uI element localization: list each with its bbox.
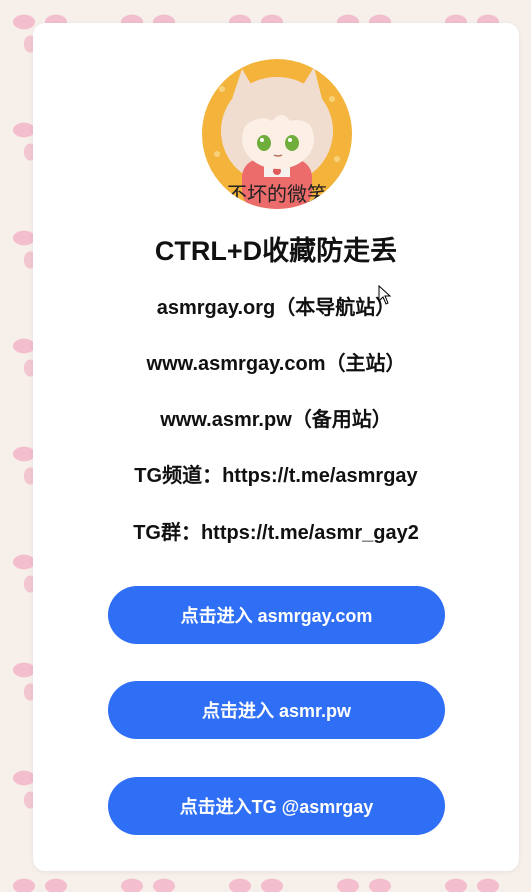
tg-channel-line: TG频道：https://t.me/asmrgay (134, 465, 418, 487)
avatar-image: 不坏的微笑 (202, 59, 352, 209)
backup-site-line: www.asmr.pw（备用站） (160, 409, 392, 431)
avatar-caption: 不坏的微笑 (227, 182, 327, 206)
tg-group-line: TG群：https://t.me/asmr_gay2 (133, 522, 419, 544)
main-card: 不坏的微笑 CTRL+D收藏防走丢 asmrgay.org（本导航站） www.… (33, 23, 519, 871)
nav-site-line: asmrgay.org（本导航站） (156, 297, 396, 319)
enter-asmrgay-com-button[interactable]: 点击进入 asmrgay.com (108, 586, 445, 644)
enter-asmr-pw-button[interactable]: 点击进入 asmr.pw (108, 681, 445, 739)
avatar: 不坏的微笑 (202, 59, 352, 209)
mouse-cursor-icon (378, 285, 392, 305)
page-title: CTRL+D收藏防走丢 (154, 236, 398, 266)
main-site-line: www.asmrgay.com（主站） (146, 353, 406, 375)
enter-tg-button[interactable]: 点击进入TG @asmrgay (108, 777, 445, 835)
